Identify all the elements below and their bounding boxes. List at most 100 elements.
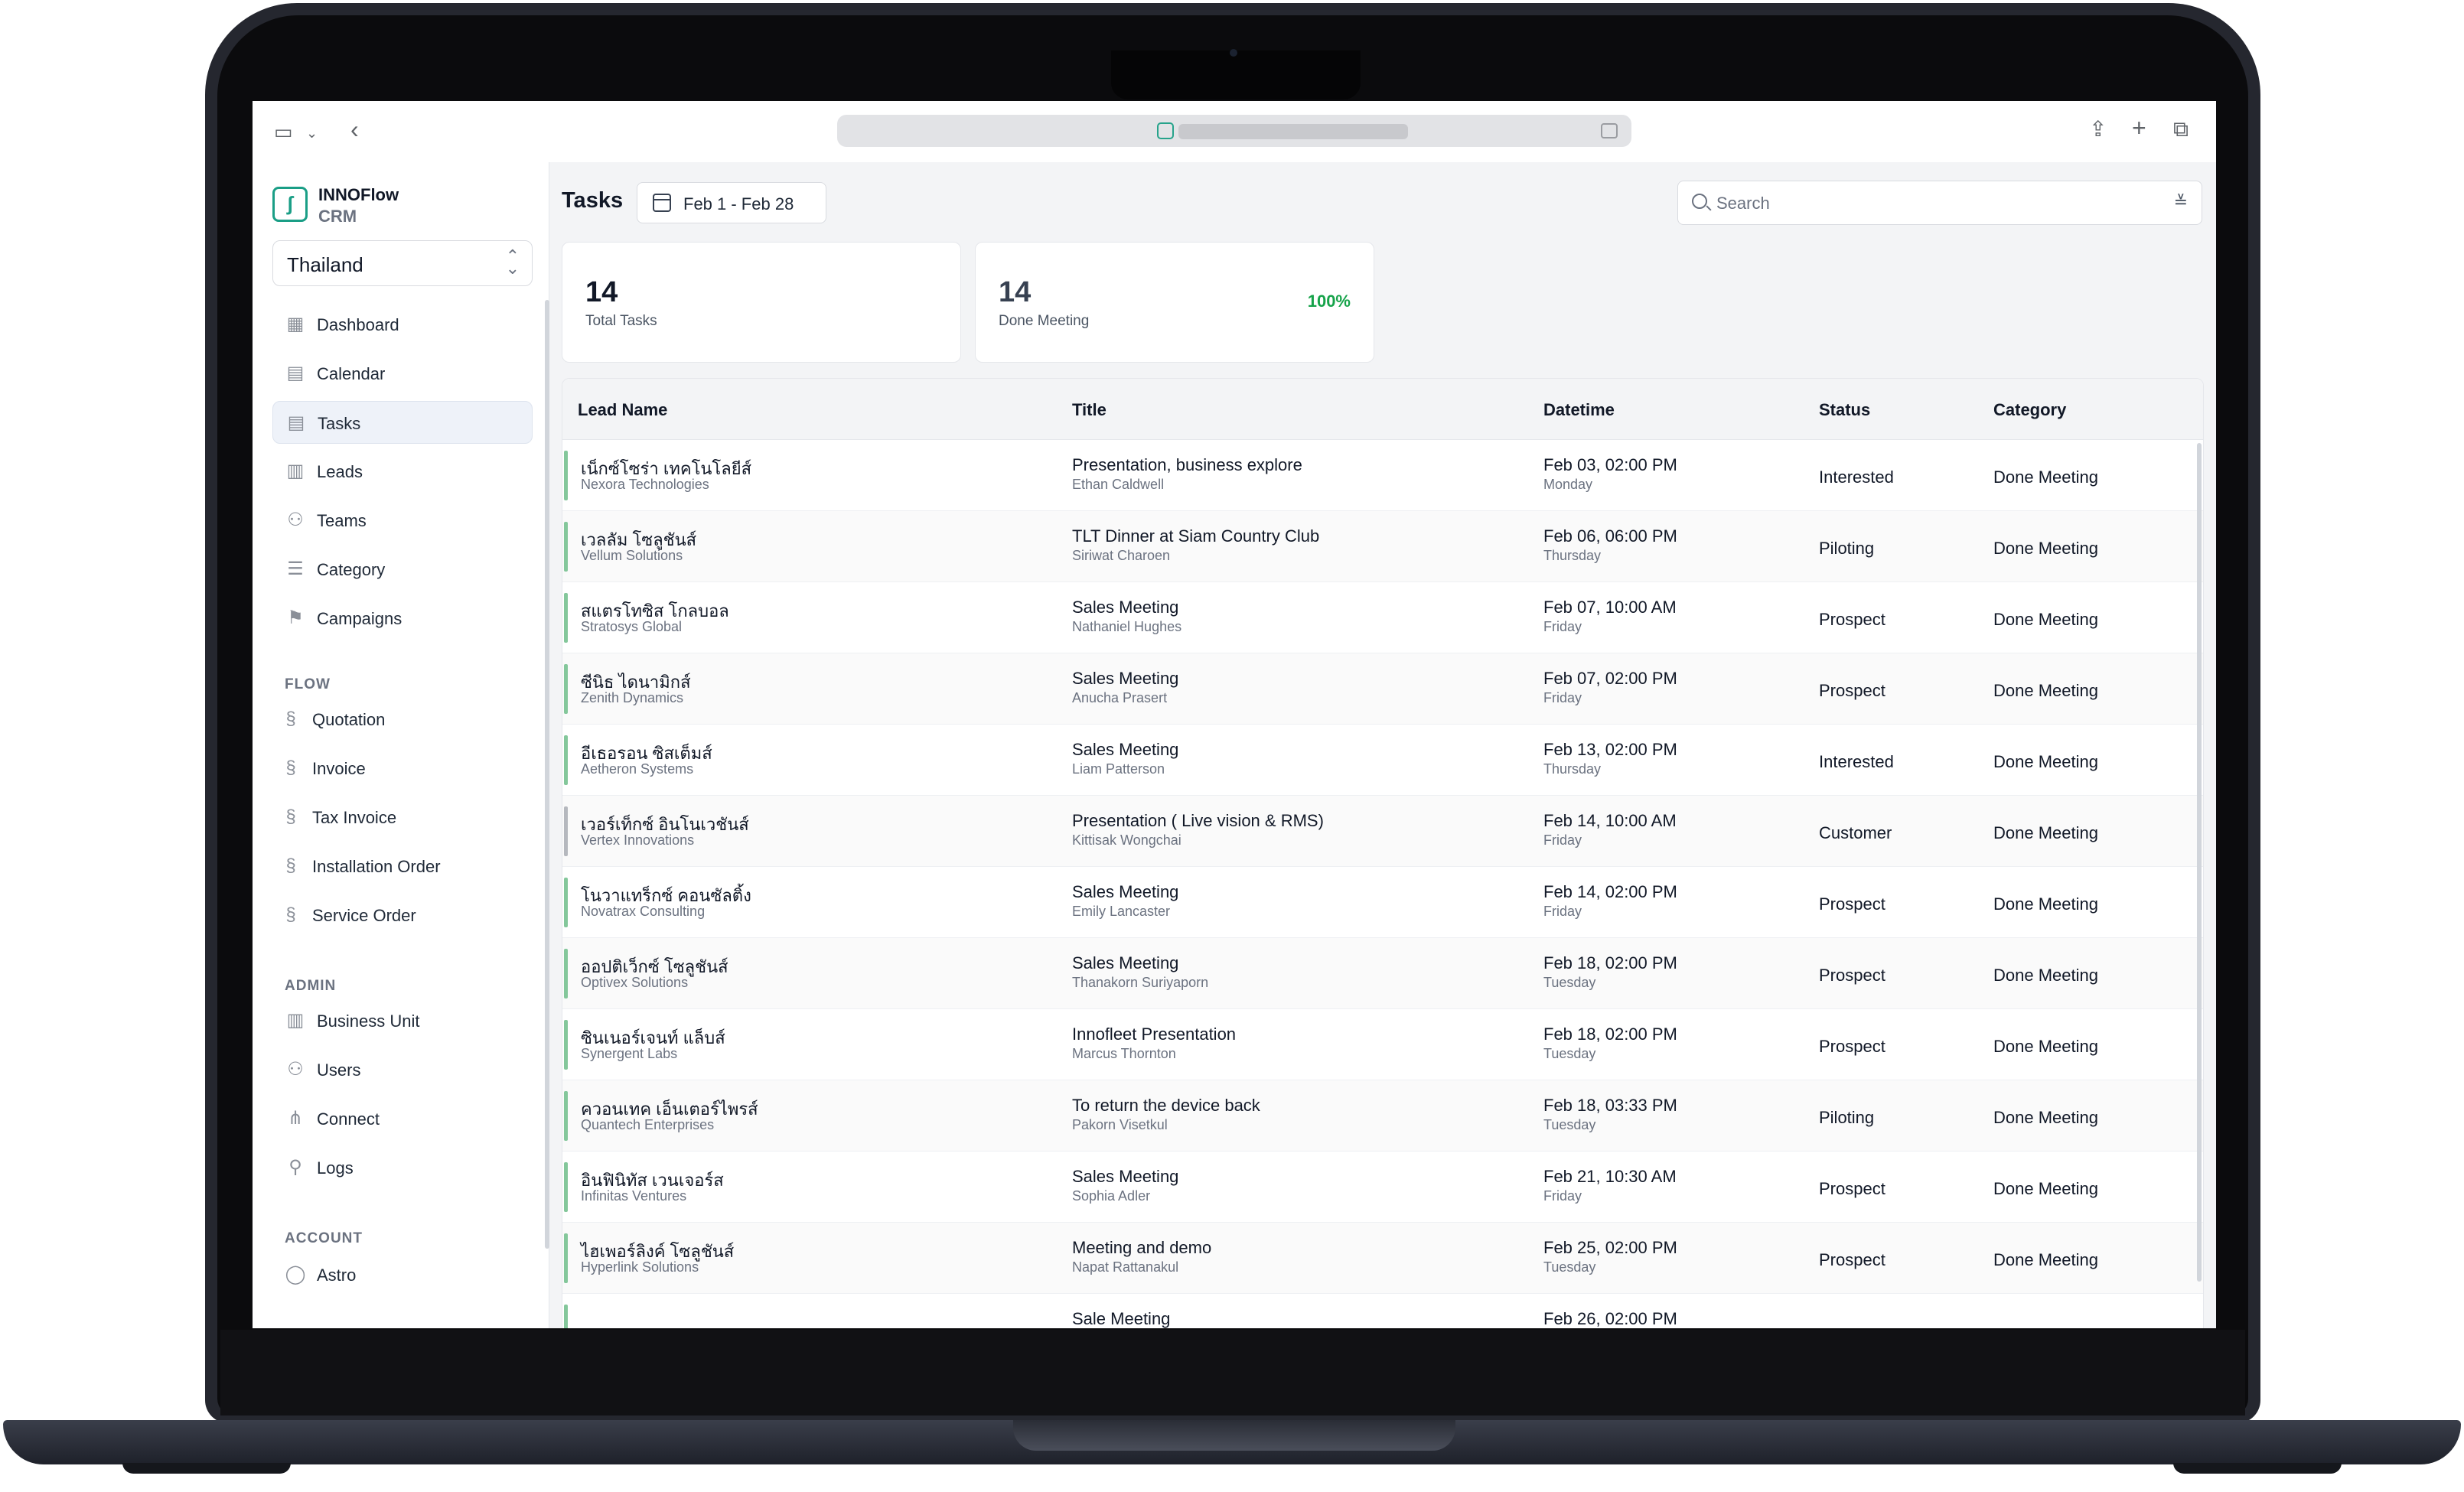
table-scrollbar[interactable] [2197, 443, 2202, 1282]
filter-icon[interactable]: ≚ [2174, 194, 2188, 210]
table-row[interactable]: เน็กซ์โซร่า เทคโนโลยีส์ Nexora Technologi… [562, 440, 2203, 511]
cell-title: Sales Meeting [1072, 740, 1179, 759]
cell-lead-sub: Aetheron Systems [581, 761, 694, 777]
cell-lead-sub: Novatrax Consulting [581, 904, 706, 919]
cell-category: Done Meeting [1993, 467, 2098, 487]
column-header-category[interactable]: Category [1993, 400, 2066, 420]
sidebar-item-dashboard[interactable]: ▦ Dashboard [272, 303, 533, 346]
table-header: Lead Name Title Datetime Status Category [562, 379, 2203, 440]
sidebar-item-category[interactable]: ☰ Category [272, 548, 533, 591]
sidebar-item-logs[interactable]: ⚲ Logs [272, 1146, 533, 1189]
cell-title: Sales Meeting [1072, 598, 1179, 617]
sidebar-item-label: Calendar [317, 364, 386, 383]
table-row[interactable]: เวอร์เท็กซ์ อินโนเวชันส์ Vertex Innovatio… [562, 796, 2203, 867]
cell-datetime-sub: Monday [1543, 477, 1593, 492]
column-header-status[interactable]: Status [1819, 400, 1870, 420]
sidebar-item-installation-order[interactable]: § Installation Order [272, 845, 533, 888]
cell-datetime: Feb 07, 02:00 PM [1543, 669, 1677, 688]
cell-datetime-sub: Friday [1543, 619, 1582, 634]
sidebar-item-tax-invoice[interactable]: § Tax Invoice [272, 796, 533, 839]
table-row[interactable]: โนวาแทร็กซ์ คอนซัลติ้ง Novatrax Consultin… [562, 867, 2203, 938]
cell-datetime-sub: Friday [1543, 832, 1582, 848]
sidebar-item-quotation[interactable]: § Quotation [272, 698, 533, 741]
cell-datetime-sub: Tuesday [1543, 975, 1596, 990]
sidebar-item-users[interactable]: ⚇ Users [272, 1048, 533, 1091]
chevron-down-icon[interactable]: ⌄ [306, 122, 318, 145]
column-header-datetime[interactable]: Datetime [1543, 400, 1615, 420]
cell-status: Prospect [1819, 1250, 1885, 1269]
table-row[interactable]: ควอนเทค เอ็นเตอร์ไพรส์ Quantech Enterpris… [562, 1080, 2203, 1152]
sidebar-toggle-icon[interactable]: ▭ [274, 120, 293, 143]
sidebar-item-leads[interactable]: ▥ Leads [272, 450, 533, 493]
flow-icon: § [285, 855, 296, 876]
new-tab-icon[interactable]: + [2132, 116, 2146, 140]
flow-icon: § [285, 806, 296, 827]
cell-status: Piloting [1819, 1108, 1875, 1127]
address-bar[interactable] [837, 115, 1631, 147]
row-status-indicator [564, 451, 568, 500]
tab-overview-icon[interactable]: ⧉ [2173, 118, 2189, 141]
sidebar-item-connect[interactable]: ⋔ Connect [272, 1097, 533, 1140]
cell-title-sub: Pakorn Visetkul [1072, 1117, 1168, 1132]
table-row[interactable]: Sale Meeting Feb 26, 02:00 PM [562, 1294, 2203, 1328]
cell-datetime-sub: Friday [1543, 904, 1582, 919]
laptop-foot-right [2173, 1463, 2342, 1474]
sidebar-item-astro[interactable]: ◯ Astro [272, 1253, 533, 1296]
cell-category: Done Meeting [1993, 539, 2098, 558]
cell-status: Interested [1819, 467, 1894, 487]
cell-lead-sub: Zenith Dynamics [581, 690, 684, 705]
date-range-value: Feb 1 - Feb 28 [683, 194, 794, 213]
table-row[interactable]: เวลลัม โซลูชันส์ Vellum Solutions TLT Dinn… [562, 511, 2203, 582]
reader-mode-icon[interactable] [1601, 123, 1618, 138]
sidebar-item-calendar[interactable]: ▤ Calendar [272, 352, 533, 395]
cell-datetime: Feb 18, 02:00 PM [1543, 1025, 1677, 1044]
sidebar-item-label: Astro [317, 1266, 357, 1285]
row-status-indicator [564, 1233, 568, 1283]
cell-title-sub: Siriwat Charoen [1072, 548, 1171, 563]
cell-datetime-sub: Thursday [1543, 761, 1602, 777]
search-box[interactable]: ≚ [1677, 181, 2202, 225]
tasks-table: Lead Name Title Datetime Status Category… [562, 378, 2204, 1328]
search-input[interactable] [1716, 192, 2145, 215]
cell-status: Prospect [1819, 894, 1885, 914]
table-row[interactable]: อินฟินิทัส เวนเจอร์ส Infinitas Ventures Sa… [562, 1152, 2203, 1223]
sidebar-item-service-order[interactable]: § Service Order [272, 894, 533, 937]
cell-status: Prospect [1819, 1037, 1885, 1056]
back-icon[interactable]: ‹ [350, 117, 359, 142]
calendar-icon: ▤ [286, 363, 305, 383]
done-meeting-label: Done Meeting [999, 313, 1090, 329]
column-header-title[interactable]: Title [1072, 400, 1107, 420]
country-select[interactable]: Thailand ⌃ ⌄ [272, 240, 533, 286]
share-icon[interactable]: ⇪ [2089, 118, 2107, 141]
browser-toolbar: ▭ ⌄ ‹ ⇪ + ⧉ [253, 101, 2216, 162]
cell-status: Prospect [1819, 610, 1885, 629]
table-row[interactable]: อีเธอรอน ซิสเต็มส์ Aetheron Systems Sales … [562, 725, 2203, 796]
logs-icon: ⚲ [288, 1157, 302, 1178]
sidebar-item-campaigns[interactable]: ⚑ Campaigns [272, 597, 533, 640]
cell-title: Sales Meeting [1072, 953, 1179, 972]
app-logo-icon: ʃ [272, 187, 308, 222]
sidebar-item-teams[interactable]: ⚇ Teams [272, 499, 533, 542]
cell-datetime: Feb 14, 02:00 PM [1543, 882, 1677, 901]
date-range-picker[interactable]: Feb 1 - Feb 28 [637, 182, 826, 223]
cell-datetime: Feb 26, 02:00 PM [1543, 1309, 1677, 1328]
table-row[interactable]: ไฮเพอร์ลิงค์ โซลูชันส์ Hyperlink Solution… [562, 1223, 2203, 1294]
row-status-indicator [564, 735, 568, 785]
table-row[interactable]: ออปติเว็กซ์ โซลูชันส์ Optivex Solutions Sa… [562, 938, 2203, 1009]
sidebar-item-invoice[interactable]: § Invoice [272, 747, 533, 790]
laptop-opening-lip [1013, 1420, 1455, 1451]
sidebar-item-tasks[interactable]: ▤ Tasks [272, 401, 533, 444]
cell-title-sub: Ethan Caldwell [1072, 477, 1165, 492]
sidebar-scrollbar[interactable] [545, 300, 549, 1249]
connect-icon: ⋔ [287, 1108, 304, 1129]
user-circle-icon: ◯ [285, 1264, 306, 1285]
table-row[interactable]: ซีนิธ ไดนามิกส์ Zenith Dynamics Sales Meet… [562, 653, 2203, 725]
sidebar-item-business-unit[interactable]: ▥ Business Unit [272, 999, 533, 1042]
cell-lead-sub: Stratosys Global [581, 619, 683, 634]
column-header-lead-name[interactable]: Lead Name [578, 400, 667, 420]
cell-category: Done Meeting [1993, 681, 2098, 700]
sidebar-item-label: Category [317, 560, 386, 579]
table-row[interactable]: สแตรโทซิส โกลบอล Stratosys Global Sales Me… [562, 582, 2203, 653]
cell-title-sub: Marcus Thornton [1072, 1046, 1176, 1061]
table-row[interactable]: ซินเนอร์เจนท์ แล็บส์ Synergent Labs Innofl… [562, 1009, 2203, 1080]
